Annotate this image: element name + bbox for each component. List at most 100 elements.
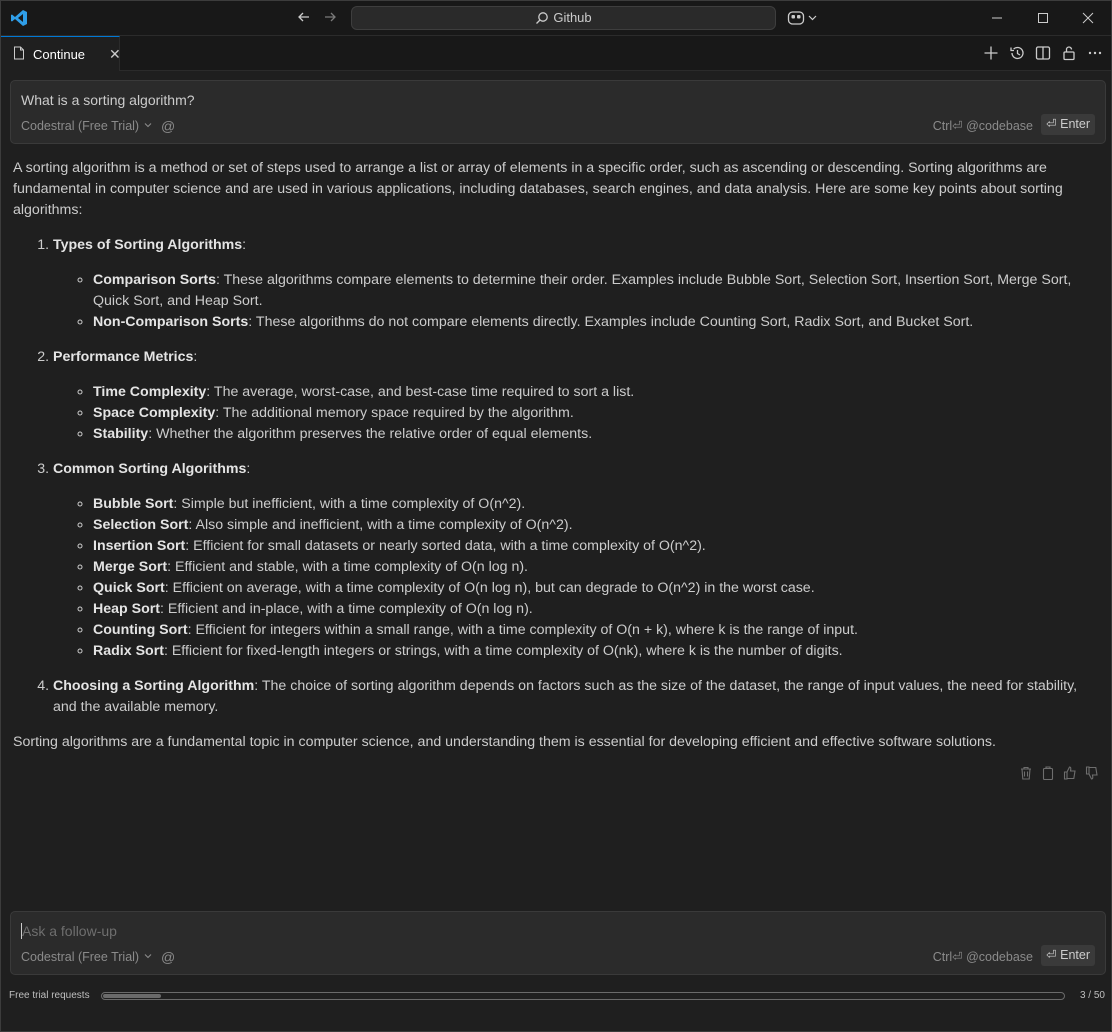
maximize-icon[interactable] [1020,1,1066,35]
list-item: Merge Sort: Efficient and stable, with a… [93,557,1099,578]
section-item: Types of Sorting Algorithms: Comparison … [53,235,1099,333]
assistant-response: A sorting algorithm is a method or set o… [13,158,1099,767]
section-item: Performance Metrics: Time Complexity: Th… [53,347,1099,445]
followup-input-box[interactable]: Ask a follow-up Codestral (Free Trial) @… [10,911,1106,975]
item-text: : Also simple and inefficient, with a ti… [188,517,573,533]
split-editor-icon[interactable] [1035,44,1051,62]
subitem-list: Time Complexity: The average, worst-case… [53,382,1099,445]
minimize-icon[interactable] [974,1,1020,35]
back-arrow-icon[interactable] [295,9,313,27]
more-actions-icon[interactable] [1087,44,1103,62]
item-text: : Efficient for small datasets or nearly… [185,538,706,554]
search-icon [535,10,553,25]
list-item: Space Complexity: The additional memory … [93,403,1099,424]
copilot-icon[interactable] [787,9,821,27]
response-sections: Types of Sorting Algorithms: Comparison … [13,235,1099,718]
editor-actions [983,44,1103,62]
item-text: : The additional memory space required b… [215,405,574,421]
section-title: Common Sorting Algorithms [53,461,247,477]
trial-progress-bar [101,992,1065,1000]
item-term: Counting Sort [93,622,188,638]
item-term: Insertion Sort [93,538,186,554]
new-session-icon[interactable] [983,44,999,62]
subitem-list: Comparison Sorts: These algorithms compa… [53,270,1099,333]
item-term: Non-Comparison Sorts [93,314,249,330]
app-window: Github Continue ✕ What is a sorting algo… [0,0,1112,1032]
chevron-down-icon [143,950,153,964]
item-term: Selection Sort [93,517,189,533]
item-term: Quick Sort [93,580,165,596]
enter-button[interactable]: ⏎ Enter [1041,114,1095,135]
history-icon[interactable] [1009,44,1025,62]
model-selector[interactable]: Codestral (Free Trial) [21,119,153,133]
item-term: Comparison Sorts [93,272,216,288]
codebase-hint: Ctrl⏎ @codebase [932,119,1033,133]
list-item: Quick Sort: Efficient on average, with a… [93,578,1099,599]
model-selector[interactable]: Codestral (Free Trial) [21,950,153,964]
section-title: Choosing a Sorting Algorithm [53,678,255,694]
list-item: Bubble Sort: Simple but inefficient, wit… [93,494,1099,515]
tab-label: Continue [33,46,86,62]
response-intro: A sorting algorithm is a method or set o… [13,160,1063,218]
command-center-search[interactable]: Github [351,6,776,30]
list-item: Time Complexity: The average, worst-case… [93,382,1099,403]
item-term: Merge Sort [93,559,168,575]
item-term: Stability [93,426,149,442]
trial-progress-fill [103,994,161,998]
forward-arrow-icon[interactable] [321,9,339,27]
item-text: : These algorithms do not compare elemen… [248,314,974,330]
item-term: Space Complexity [93,405,216,421]
item-text: : Efficient for integers within a small … [187,622,858,638]
close-tab-icon[interactable]: ✕ [109,46,121,63]
at-mention-button[interactable]: @ [161,949,175,965]
subitem-list: Bubble Sort: Simple but inefficient, wit… [53,494,1099,662]
model-label: Codestral (Free Trial) [21,119,140,133]
section-item: Common Sorting Algorithms: Bubble Sort: … [53,459,1099,662]
item-term: Heap Sort [93,601,161,617]
enter-button[interactable]: ⏎ Enter [1041,945,1095,966]
response-conclusion: Sorting algorithms are a fundamental top… [13,734,996,750]
trash-icon[interactable] [1019,765,1033,781]
vscode-logo-icon [10,9,28,27]
item-term: Radix Sort [93,643,164,659]
tab-bar: Continue ✕ [1,36,1111,71]
status-label: Free trial requests [9,990,90,1001]
close-window-icon[interactable] [1065,1,1111,35]
list-item: Insertion Sort: Efficient for small data… [93,536,1099,557]
codebase-hint: Ctrl⏎ @codebase [932,950,1033,964]
item-text: : The average, worst-case, and best-case… [206,384,635,400]
search-label: Github [553,10,592,25]
list-item: Selection Sort: Also simple and ineffici… [93,515,1099,536]
item-term: Bubble Sort [93,496,174,512]
list-item: Comparison Sorts: These algorithms compa… [93,270,1099,312]
tab-continue[interactable]: Continue ✕ [1,36,121,71]
item-text: : Whether the algorithm preserves the re… [148,426,593,442]
list-item: Non-Comparison Sorts: These algorithms d… [93,312,1099,333]
item-text: : Simple but inefficient, with a time co… [173,496,526,512]
model-label: Codestral (Free Trial) [21,950,140,964]
item-text: : Efficient and in-place, with a time co… [160,601,533,617]
followup-placeholder: Ask a follow-up [22,923,117,939]
thumbs-down-icon[interactable] [1085,765,1099,781]
followup-input[interactable]: Ask a follow-up [21,923,117,939]
chevron-down-icon [143,119,153,133]
list-item: Radix Sort: Efficient for fixed-length i… [93,641,1099,662]
title-bar: Github [1,1,1111,36]
section-title: Types of Sorting Algorithms [53,237,243,253]
list-item: Counting Sort: Efficient for integers wi… [93,620,1099,641]
section-title: Performance Metrics [53,349,194,365]
list-item: Stability: Whether the algorithm preserv… [93,424,1099,445]
status-count: 3 / 50 [1079,990,1105,1001]
at-mention-button[interactable]: @ [161,118,175,134]
prompt-text[interactable]: What is a sorting algorithm? [21,92,195,108]
item-text: : Efficient on average, with a time comp… [164,580,815,596]
unlock-icon[interactable] [1061,44,1077,62]
item-text: : Efficient for fixed-length integers or… [163,643,843,659]
prompt-input-box[interactable]: What is a sorting algorithm? Codestral (… [10,80,1106,144]
item-text: : Efficient and stable, with a time comp… [167,559,529,575]
copy-icon[interactable] [1041,765,1055,781]
item-text: : These algorithms compare elements to d… [93,272,1072,309]
list-item: Heap Sort: Efficient and in-place, with … [93,599,1099,620]
free-trial-status: Free trial requests 3 / 50 [9,990,1105,1004]
thumbs-up-icon[interactable] [1063,765,1077,781]
